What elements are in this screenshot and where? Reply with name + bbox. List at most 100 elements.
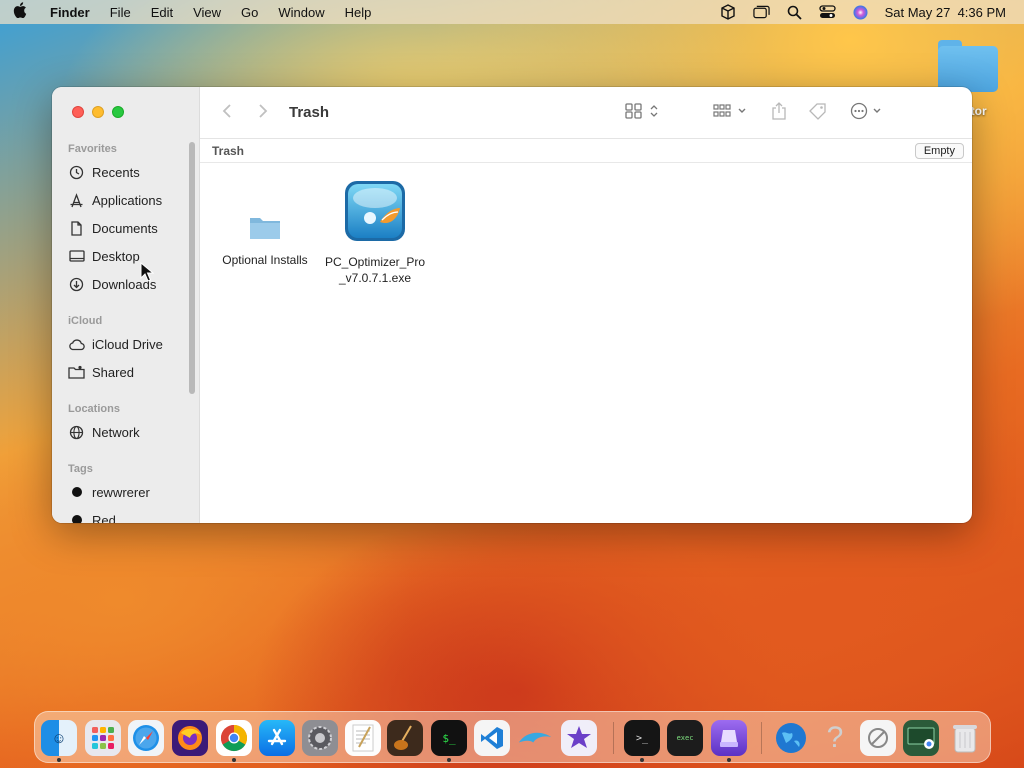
exe-app-icon: [320, 178, 430, 248]
clock-icon: [68, 164, 85, 181]
chevron-left-icon: [222, 103, 232, 124]
sidebar-item-tag-red[interactable]: Red: [68, 509, 116, 523]
dock-imovie-icon[interactable]: [561, 720, 597, 756]
menu-view[interactable]: View: [183, 5, 231, 20]
finder-window: Favorites Recents Applications Documents…: [52, 87, 972, 523]
back-button[interactable]: [218, 101, 236, 125]
zoom-button[interactable]: [112, 106, 124, 118]
dock-trash-icon[interactable]: [947, 720, 983, 756]
file-area[interactable]: Optional Installs PC_Optimizer_Pro _v7.0…: [200, 164, 972, 523]
download-icon: [68, 276, 85, 293]
globe-icon: [68, 424, 85, 441]
dock-safari-icon[interactable]: [128, 720, 164, 756]
sidebar-header-tags: Tags: [68, 463, 93, 475]
dock-disk-utility-icon[interactable]: [711, 720, 747, 756]
dock-textedit-icon[interactable]: [345, 720, 381, 756]
sidebar-item-label: Desktop: [92, 248, 140, 264]
sidebar-item-recents[interactable]: Recents: [68, 161, 140, 183]
dock-help-icon[interactable]: ?: [817, 720, 853, 756]
group-button[interactable]: [712, 101, 752, 125]
siri-icon[interactable]: [852, 5, 869, 19]
sidebar-scrollbar[interactable]: [189, 142, 195, 394]
menu-help[interactable]: Help: [335, 5, 382, 20]
sidebar-item-tag-rewwrerer[interactable]: rewwrerer: [68, 481, 150, 503]
tag-dot-icon: [68, 512, 85, 523]
sidebar-header-locations: Locations: [68, 403, 120, 415]
menu-window[interactable]: Window: [268, 5, 334, 20]
apple-menu-icon[interactable]: [0, 2, 40, 22]
sidebar-item-label: Recents: [92, 164, 140, 180]
share-button[interactable]: [768, 101, 790, 125]
path-bar: Trash Empty: [200, 139, 972, 163]
grid-view-icon: [625, 102, 663, 124]
dock-system-settings-icon[interactable]: [302, 720, 338, 756]
view-mode-button[interactable]: [624, 101, 664, 125]
folder-icon: [938, 46, 998, 92]
dock-vscode-icon[interactable]: [474, 720, 510, 756]
sidebar-header-favorites: Favorites: [68, 143, 117, 155]
dock-separator: [761, 722, 762, 754]
dock-launchpad-icon[interactable]: [85, 720, 121, 756]
file-name-line2: _v7.0.7.1.exe: [338, 271, 412, 285]
menu-app-name[interactable]: Finder: [40, 5, 100, 20]
file-item-pc-optimizer[interactable]: PC_Optimizer_Pro _v7.0.7.1.exe: [320, 178, 430, 286]
control-center-icon[interactable]: [818, 5, 836, 19]
sidebar-item-icloud-drive[interactable]: iCloud Drive: [68, 333, 163, 355]
sidebar-item-shared[interactable]: Shared: [68, 361, 134, 383]
share-icon: [771, 101, 787, 125]
forward-button[interactable]: [254, 101, 272, 125]
sidebar-item-label: rewwrerer: [92, 484, 150, 500]
sidebar-item-label: Red: [92, 512, 116, 524]
menu-edit[interactable]: Edit: [141, 5, 183, 20]
tag-dot-icon: [68, 484, 85, 501]
window-icon[interactable]: [752, 5, 770, 19]
minimize-button[interactable]: [92, 106, 104, 118]
box-icon[interactable]: [720, 4, 737, 20]
dock-terminal-2-icon[interactable]: >_: [624, 720, 660, 756]
sidebar-header-icloud: iCloud: [68, 315, 103, 327]
sidebar-item-desktop[interactable]: Desktop: [68, 245, 140, 267]
window-title: Trash: [289, 104, 330, 121]
empty-trash-button[interactable]: Empty: [914, 143, 964, 159]
window-controls: [72, 106, 124, 118]
dock-running-indicator: [57, 758, 61, 762]
mouse-cursor-icon: [140, 261, 155, 282]
dock: ☺ $_ >_ exec ?: [34, 711, 991, 763]
dock-preview-icon[interactable]: [860, 720, 896, 756]
path-crumb-trash[interactable]: Trash: [212, 144, 244, 158]
dock-exec-icon[interactable]: exec: [667, 720, 703, 756]
sidebar-item-applications[interactable]: Applications: [68, 189, 162, 211]
dock-network-radar-icon[interactable]: [773, 720, 809, 756]
dock-running-indicator: [640, 758, 644, 762]
dock-terminal-icon[interactable]: $_: [431, 720, 467, 756]
dock-chrome-remote-icon[interactable]: [903, 720, 939, 756]
file-name-line1: PC_Optimizer_Pro: [324, 255, 426, 269]
dock-chrome-icon[interactable]: [216, 720, 252, 756]
applications-icon: [68, 192, 85, 209]
menu-go[interactable]: Go: [231, 5, 268, 20]
dock-finder-icon[interactable]: ☺: [41, 720, 77, 756]
dock-instruments-icon[interactable]: [387, 720, 423, 756]
sidebar-item-label: iCloud Drive: [92, 336, 163, 352]
dock-firefox-icon[interactable]: [172, 720, 208, 756]
tag-button[interactable]: [806, 101, 830, 125]
dock-app-store-icon[interactable]: [259, 720, 295, 756]
search-icon[interactable]: [786, 5, 803, 20]
dock-dolphin-icon[interactable]: [517, 720, 553, 756]
sidebar-item-label: Documents: [92, 220, 158, 236]
menu-file[interactable]: File: [100, 5, 141, 20]
dock-running-indicator: [727, 758, 731, 762]
dock-running-indicator: [232, 758, 236, 762]
chevron-right-icon: [258, 103, 268, 124]
sidebar-item-network[interactable]: Network: [68, 421, 140, 443]
dock-running-indicator: [447, 758, 451, 762]
folder-icon: [210, 214, 320, 246]
finder-toolbar: Trash: [200, 87, 972, 139]
action-button[interactable]: [848, 101, 888, 125]
sidebar-item-documents[interactable]: Documents: [68, 217, 158, 239]
file-item-optional-installs[interactable]: Optional Installs: [210, 214, 320, 268]
close-button[interactable]: [72, 106, 84, 118]
menu-clock[interactable]: Sat May 27 4:36 PM: [885, 5, 1006, 20]
document-icon: [68, 220, 85, 237]
sidebar-item-label: Applications: [92, 192, 163, 208]
